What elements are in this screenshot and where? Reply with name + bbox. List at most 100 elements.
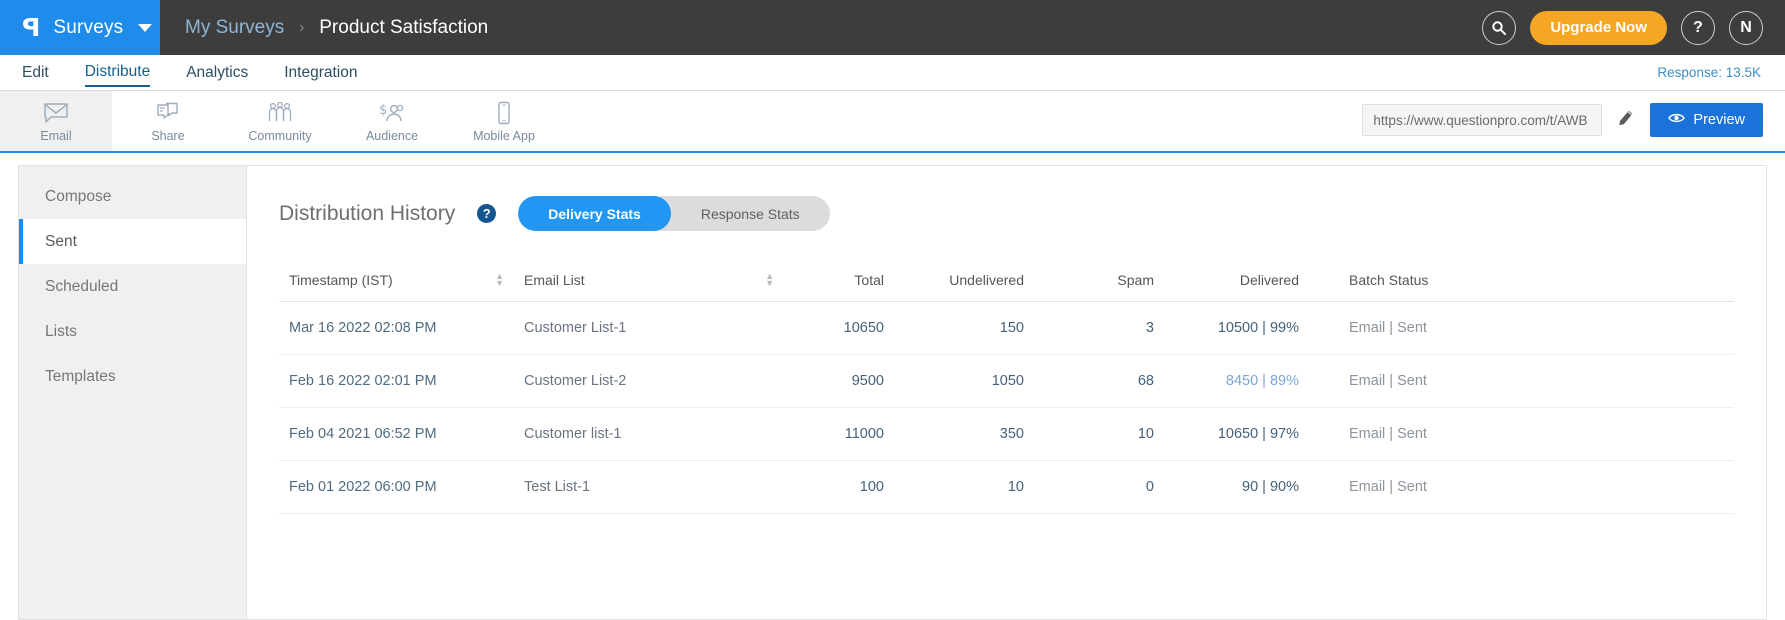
tool-item-share[interactable]: Share bbox=[112, 91, 224, 151]
eye-icon bbox=[1668, 112, 1685, 128]
cell-batch-status: Email | Sent bbox=[1309, 461, 1734, 514]
cell-undelivered: 350 bbox=[894, 408, 1034, 461]
preview-button-label: Preview bbox=[1693, 112, 1745, 128]
cell-timestamp: Feb 16 2022 02:01 PM bbox=[279, 355, 514, 408]
survey-url-input[interactable]: https://www.questionpro.com/t/AWB bbox=[1362, 104, 1602, 136]
tab-delivery-stats[interactable]: Delivery Stats bbox=[518, 196, 671, 231]
col-email-list-label: Email List bbox=[524, 272, 585, 288]
cell-batch-status: Email | Sent bbox=[1309, 408, 1734, 461]
response-count-label: Response: 13.5K bbox=[1657, 65, 1761, 80]
main-nav-bar: Edit Distribute Analytics Integration Re… bbox=[0, 55, 1785, 91]
community-people-icon bbox=[265, 99, 295, 127]
cell-spam: 3 bbox=[1034, 302, 1164, 355]
cell-delivered: 10650 | 97% bbox=[1164, 408, 1309, 461]
cell-spam: 0 bbox=[1034, 461, 1164, 514]
help-question-icon[interactable]: ? bbox=[477, 204, 496, 223]
sidebar-item-scheduled[interactable]: Scheduled bbox=[19, 264, 246, 309]
sidebar-item-sent[interactable]: Sent bbox=[19, 219, 246, 264]
tool-item-audience[interactable]: $ Audience bbox=[336, 91, 448, 151]
table-head: Timestamp (IST) ▲▼ Email List ▲▼ Total bbox=[279, 259, 1734, 302]
nav-tab-distribute[interactable]: Distribute bbox=[85, 59, 150, 87]
nav-tabs: Edit Distribute Analytics Integration bbox=[22, 59, 357, 87]
breadcrumb-my-surveys[interactable]: My Surveys bbox=[185, 17, 284, 39]
tool-item-email[interactable]: Email bbox=[0, 91, 112, 151]
cell-spam: 10 bbox=[1034, 408, 1164, 461]
tool-label-share: Share bbox=[151, 129, 184, 143]
col-undelivered: Undelivered bbox=[894, 259, 1034, 302]
audience-dollar-icon: $ bbox=[377, 99, 407, 127]
stats-toggle: Delivery Stats Response Stats bbox=[518, 196, 829, 231]
distribution-history-panel: Distribution History ? Delivery Stats Re… bbox=[246, 165, 1767, 620]
table-body: Mar 16 2022 02:08 PM Customer List-1 106… bbox=[279, 302, 1734, 514]
toolbar-right-actions: https://www.questionpro.com/t/AWB Previe… bbox=[1362, 91, 1763, 149]
sidebar-item-templates[interactable]: Templates bbox=[19, 354, 246, 399]
sidebar-item-compose[interactable]: Compose bbox=[19, 174, 246, 219]
sidebar-item-lists[interactable]: Lists bbox=[19, 309, 246, 354]
table-row[interactable]: Feb 16 2022 02:01 PM Customer List-2 950… bbox=[279, 355, 1734, 408]
envelope-icon bbox=[43, 99, 69, 127]
tool-item-community[interactable]: Community bbox=[224, 91, 336, 151]
cell-email-list: Test List-1 bbox=[514, 461, 784, 514]
email-sidebar: Compose Sent Scheduled Lists Templates bbox=[18, 165, 246, 620]
table-row[interactable]: Mar 16 2022 02:08 PM Customer List-1 106… bbox=[279, 302, 1734, 355]
tool-label-audience: Audience bbox=[366, 129, 418, 143]
nav-tab-analytics[interactable]: Analytics bbox=[186, 60, 248, 86]
col-batch-status: Batch Status bbox=[1309, 259, 1734, 302]
tool-item-mobile-app[interactable]: Mobile App bbox=[448, 91, 560, 151]
pencil-icon[interactable] bbox=[1615, 107, 1637, 134]
cell-delivered[interactable]: 8450 | 89% bbox=[1164, 355, 1309, 408]
col-undelivered-label: Undelivered bbox=[949, 272, 1024, 288]
panel-header: Distribution History ? Delivery Stats Re… bbox=[279, 196, 1734, 231]
col-delivered: Delivered bbox=[1164, 259, 1309, 302]
cell-total: 10650 bbox=[784, 302, 894, 355]
help-button[interactable]: ? bbox=[1681, 11, 1715, 45]
tool-label-email: Email bbox=[40, 129, 71, 143]
tab-response-stats[interactable]: Response Stats bbox=[671, 196, 830, 231]
questionpro-logo-icon: P bbox=[22, 15, 40, 40]
preview-button[interactable]: Preview bbox=[1650, 103, 1763, 137]
top-header: P Surveys My Surveys › Product Satisfact… bbox=[0, 0, 1785, 55]
search-glyph bbox=[1491, 20, 1507, 36]
nav-tab-integration[interactable]: Integration bbox=[284, 60, 357, 86]
nav-tab-edit[interactable]: Edit bbox=[22, 60, 49, 86]
cell-undelivered: 1050 bbox=[894, 355, 1034, 408]
cell-total: 11000 bbox=[784, 408, 894, 461]
col-batch-status-label: Batch Status bbox=[1349, 272, 1428, 288]
col-timestamp[interactable]: Timestamp (IST) ▲▼ bbox=[279, 259, 514, 302]
cell-timestamp: Mar 16 2022 02:08 PM bbox=[279, 302, 514, 355]
page-body: Compose Sent Scheduled Lists Templates D… bbox=[0, 153, 1785, 620]
search-icon[interactable] bbox=[1482, 11, 1516, 45]
mobile-phone-icon bbox=[495, 99, 513, 127]
brand-name-label: Surveys bbox=[53, 17, 123, 39]
share-icon bbox=[155, 99, 181, 127]
page-title: Distribution History bbox=[279, 202, 455, 226]
cell-spam: 68 bbox=[1034, 355, 1164, 408]
col-spam-label: Spam bbox=[1117, 272, 1154, 288]
avatar[interactable]: N bbox=[1729, 11, 1763, 45]
table-header-row: Timestamp (IST) ▲▼ Email List ▲▼ Total bbox=[279, 259, 1734, 302]
header-actions: Upgrade Now ? N bbox=[1482, 0, 1785, 55]
chevron-down-icon[interactable] bbox=[138, 24, 152, 32]
table-row[interactable]: Feb 04 2021 06:52 PM Customer list-1 110… bbox=[279, 408, 1734, 461]
cell-undelivered: 150 bbox=[894, 302, 1034, 355]
cell-email-list: Customer List-1 bbox=[514, 302, 784, 355]
svg-text:$: $ bbox=[379, 103, 387, 118]
sort-icon-timestamp[interactable]: ▲▼ bbox=[485, 273, 504, 287]
breadcrumb-current-survey: Product Satisfaction bbox=[319, 17, 488, 39]
upgrade-now-button[interactable]: Upgrade Now bbox=[1530, 11, 1667, 45]
col-timestamp-label: Timestamp (IST) bbox=[289, 272, 393, 288]
sort-icon-email-list[interactable]: ▲▼ bbox=[755, 273, 774, 287]
breadcrumb: My Surveys › Product Satisfaction bbox=[160, 0, 1482, 55]
breadcrumb-separator-icon: › bbox=[299, 19, 304, 36]
cell-batch-status: Email | Sent bbox=[1309, 355, 1734, 408]
cell-total: 100 bbox=[784, 461, 894, 514]
cell-total: 9500 bbox=[784, 355, 894, 408]
distribute-toolbar: Email Share bbox=[0, 91, 1785, 153]
cell-email-list: Customer list-1 bbox=[514, 408, 784, 461]
table-row[interactable]: Feb 01 2022 06:00 PM Test List-1 100 10 … bbox=[279, 461, 1734, 514]
distribution-history-table: Timestamp (IST) ▲▼ Email List ▲▼ Total bbox=[279, 259, 1734, 514]
col-email-list[interactable]: Email List ▲▼ bbox=[514, 259, 784, 302]
cell-delivered: 90 | 90% bbox=[1164, 461, 1309, 514]
col-delivered-label: Delivered bbox=[1240, 272, 1299, 288]
brand-surveys-menu[interactable]: P Surveys bbox=[0, 0, 160, 55]
